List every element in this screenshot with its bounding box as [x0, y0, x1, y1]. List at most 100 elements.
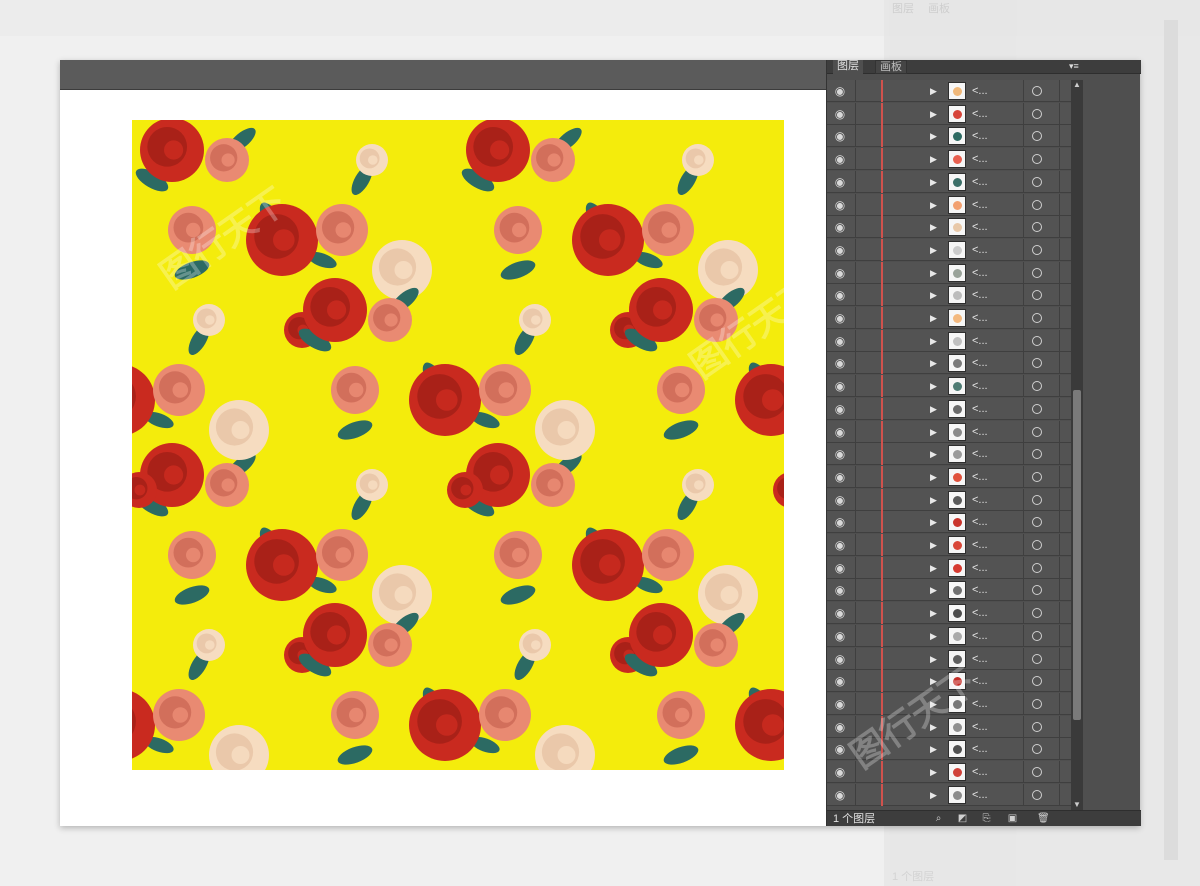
expand-arrow-icon[interactable]: ▶ — [930, 653, 940, 665]
target-circle-icon[interactable] — [1032, 494, 1042, 505]
panel-menu-icon[interactable]: ▾≡ — [1069, 61, 1081, 71]
visibility-eye-icon[interactable]: ◉ — [833, 84, 847, 98]
expand-arrow-icon[interactable]: ▶ — [930, 471, 940, 483]
visibility-eye-icon[interactable]: ◉ — [833, 447, 847, 461]
expand-arrow-icon[interactable]: ▶ — [930, 403, 940, 415]
visibility-eye-icon[interactable]: ◉ — [833, 674, 847, 688]
layer-name[interactable]: <... — [972, 266, 1012, 280]
visibility-eye-icon[interactable]: ◉ — [833, 788, 847, 802]
layer-name[interactable]: <... — [972, 107, 1012, 121]
target-circle-icon[interactable] — [1032, 608, 1042, 619]
expand-arrow-icon[interactable]: ▶ — [930, 312, 940, 324]
target-circle-icon[interactable] — [1032, 335, 1042, 346]
expand-arrow-icon[interactable]: ▶ — [930, 153, 940, 165]
visibility-eye-icon[interactable]: ◉ — [833, 356, 847, 370]
target-circle-icon[interactable] — [1032, 449, 1042, 460]
delete-layer-icon[interactable]: 🗑 — [1037, 813, 1050, 824]
layer-name[interactable]: <... — [972, 356, 1012, 370]
target-circle-icon[interactable] — [1032, 358, 1042, 369]
visibility-eye-icon[interactable]: ◉ — [833, 425, 847, 439]
layer-row[interactable]: ◉ ▶ <... — [827, 783, 1071, 806]
layer-row[interactable]: ◉ ▶ <... — [827, 443, 1071, 466]
layer-row[interactable]: ◉ ▶ <... — [827, 375, 1071, 398]
target-circle-icon[interactable] — [1032, 676, 1042, 687]
visibility-eye-icon[interactable]: ◉ — [833, 720, 847, 734]
target-circle-icon[interactable] — [1032, 744, 1042, 755]
layer-row[interactable]: ◉ ▶ <... — [827, 238, 1071, 261]
layer-row[interactable]: ◉ ▶ <... — [827, 284, 1071, 307]
visibility-eye-icon[interactable]: ◉ — [833, 583, 847, 597]
target-circle-icon[interactable] — [1032, 471, 1042, 482]
layer-row[interactable]: ◉ ▶ <... — [827, 148, 1071, 171]
visibility-eye-icon[interactable]: ◉ — [833, 198, 847, 212]
visibility-eye-icon[interactable]: ◉ — [833, 765, 847, 779]
layer-name[interactable]: <... — [972, 243, 1012, 257]
layer-row[interactable]: ◉ ▶ <... — [827, 193, 1071, 216]
target-circle-icon[interactable] — [1032, 653, 1042, 664]
visibility-eye-icon[interactable]: ◉ — [833, 334, 847, 348]
layer-name[interactable]: <... — [972, 129, 1012, 143]
target-circle-icon[interactable] — [1032, 267, 1042, 278]
layer-name[interactable]: <... — [972, 152, 1012, 166]
layer-name[interactable]: <... — [972, 402, 1012, 416]
expand-arrow-icon[interactable]: ▶ — [930, 675, 940, 687]
visibility-eye-icon[interactable]: ◉ — [833, 220, 847, 234]
expand-arrow-icon[interactable]: ▶ — [930, 630, 940, 642]
scroll-up-arrow-icon[interactable]: ▲ — [1072, 80, 1082, 90]
layer-row[interactable]: ◉ ▶ <... — [827, 761, 1071, 783]
visibility-eye-icon[interactable]: ◉ — [833, 402, 847, 416]
visibility-eye-icon[interactable]: ◉ — [833, 493, 847, 507]
expand-arrow-icon[interactable]: ▶ — [930, 721, 940, 733]
layer-row[interactable]: ◉ ▶ <... — [827, 261, 1071, 284]
expand-arrow-icon[interactable]: ▶ — [930, 766, 940, 778]
expand-arrow-icon[interactable]: ▶ — [930, 516, 940, 528]
layer-name[interactable]: <... — [972, 379, 1012, 393]
expand-arrow-icon[interactable]: ▶ — [930, 130, 940, 142]
layer-name[interactable]: <... — [972, 288, 1012, 302]
layer-row[interactable]: ◉ ▶ <... — [827, 647, 1071, 670]
expand-arrow-icon[interactable]: ▶ — [930, 698, 940, 710]
visibility-eye-icon[interactable]: ◉ — [833, 697, 847, 711]
layer-list-scrollbar[interactable]: ▲ ▼ — [1071, 80, 1083, 810]
layer-row[interactable]: ◉ ▶ <... — [827, 420, 1071, 443]
expand-arrow-icon[interactable]: ▶ — [930, 176, 940, 188]
expand-arrow-icon[interactable]: ▶ — [930, 607, 940, 619]
layer-row[interactable]: ◉ ▶ <... — [827, 556, 1071, 579]
visibility-eye-icon[interactable]: ◉ — [833, 629, 847, 643]
target-circle-icon[interactable] — [1032, 108, 1042, 119]
visibility-eye-icon[interactable]: ◉ — [833, 311, 847, 325]
tab-artboards[interactable]: 画板 — [875, 60, 907, 74]
target-circle-icon[interactable] — [1032, 176, 1042, 187]
layer-name[interactable]: <... — [972, 447, 1012, 461]
target-circle-icon[interactable] — [1032, 154, 1042, 165]
layer-name[interactable]: <... — [972, 788, 1012, 802]
expand-arrow-icon[interactable]: ▶ — [930, 221, 940, 233]
layer-name[interactable]: <... — [972, 629, 1012, 643]
layer-name[interactable]: <... — [972, 674, 1012, 688]
make-clipping-mask-icon[interactable]: ◩ — [957, 813, 968, 824]
visibility-eye-icon[interactable]: ◉ — [833, 470, 847, 484]
expand-arrow-icon[interactable]: ▶ — [930, 357, 940, 369]
layer-name[interactable]: <... — [972, 583, 1012, 597]
expand-arrow-icon[interactable]: ▶ — [930, 244, 940, 256]
target-circle-icon[interactable] — [1032, 698, 1042, 709]
layer-row[interactable]: ◉ ▶ <... — [827, 465, 1071, 488]
visibility-eye-icon[interactable]: ◉ — [833, 266, 847, 280]
expand-arrow-icon[interactable]: ▶ — [930, 789, 940, 801]
layer-name[interactable]: <... — [972, 493, 1012, 507]
tab-layers[interactable]: 图层 — [833, 60, 863, 74]
target-circle-icon[interactable] — [1032, 381, 1042, 392]
target-circle-icon[interactable] — [1032, 313, 1042, 323]
visibility-eye-icon[interactable]: ◉ — [833, 538, 847, 552]
expand-arrow-icon[interactable]: ▶ — [930, 108, 940, 120]
visibility-eye-icon[interactable]: ◉ — [833, 742, 847, 756]
locate-object-icon[interactable]: ⌕ — [933, 813, 944, 824]
layer-row[interactable]: ◉ ▶ <... — [827, 216, 1071, 239]
visibility-eye-icon[interactable]: ◉ — [833, 379, 847, 393]
layer-row[interactable]: ◉ ▶ <... — [827, 624, 1071, 647]
layer-name[interactable]: <... — [972, 220, 1012, 234]
expand-arrow-icon[interactable]: ▶ — [930, 426, 940, 438]
target-circle-icon[interactable] — [1032, 244, 1042, 255]
target-circle-icon[interactable] — [1032, 630, 1042, 641]
layer-row[interactable]: ◉ ▶ <... — [827, 329, 1071, 352]
